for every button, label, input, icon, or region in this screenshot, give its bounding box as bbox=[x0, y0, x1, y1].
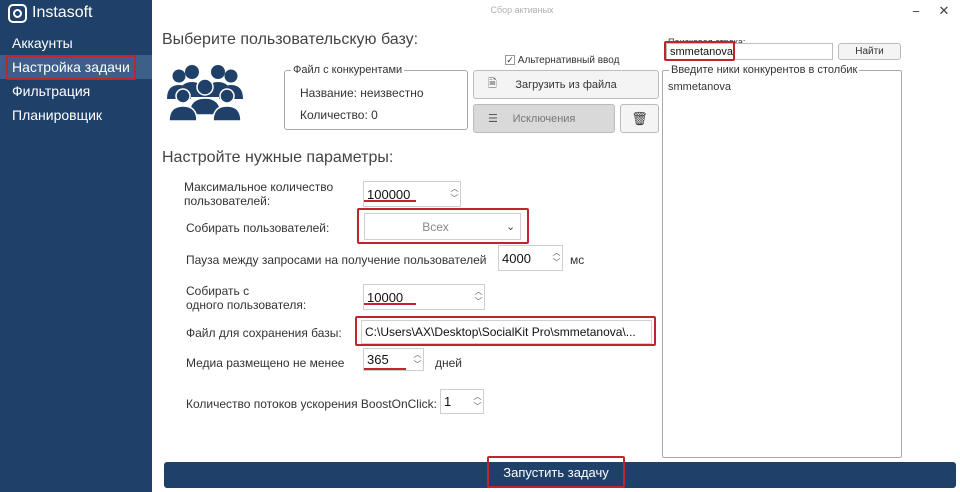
competitors-list-legend: Введите ники конкурентов в столбик bbox=[671, 64, 858, 76]
pause-label: Пауза между запросами на получение польз… bbox=[186, 253, 487, 267]
media-label: Медиа размещено не менее bbox=[186, 356, 345, 370]
delete-button[interactable]: 🗑 bbox=[620, 104, 659, 133]
chevron-down-icon: ⌄ bbox=[506, 221, 516, 233]
media-underline bbox=[364, 368, 406, 370]
sidebar-item-task-settings[interactable]: Настройка задачи bbox=[0, 55, 152, 79]
app-name: Instasoft bbox=[32, 4, 93, 21]
close-button[interactable]: ✕ bbox=[932, 0, 956, 22]
close-icon: ✕ bbox=[938, 3, 950, 18]
load-from-file-label: Загрузить из файла bbox=[515, 78, 617, 91]
pause-spinbox[interactable]: 4000 ︿ ﹀ bbox=[498, 245, 563, 271]
collect-users-label: Собирать пользователей: bbox=[186, 221, 330, 235]
instasoft-logo-icon bbox=[8, 3, 27, 23]
spin-arrows-icon[interactable]: ︿ ﹀ bbox=[472, 392, 483, 412]
title-bar: Сбор активных − ✕ bbox=[152, 0, 960, 22]
collect-users-value: Всех bbox=[422, 219, 449, 234]
media-unit: дней bbox=[435, 356, 463, 370]
minimize-button[interactable]: − bbox=[904, 0, 928, 22]
params-heading: Настройте нужные параметры: bbox=[162, 149, 394, 166]
per-user-spinbox[interactable]: 10000 ︿ ﹀ bbox=[363, 284, 485, 310]
threads-spinbox[interactable]: 1 ︿ ﹀ bbox=[440, 389, 484, 414]
window-title: Сбор активных bbox=[490, 5, 554, 15]
run-task-button[interactable]: Запустить задачу bbox=[488, 457, 624, 488]
competitors-list-text[interactable]: smmetanova bbox=[668, 80, 731, 94]
threads-value: 1 bbox=[444, 394, 452, 409]
choose-base-heading: Выберите пользовательскую базу: bbox=[162, 31, 419, 48]
collect-users-select[interactable]: Всех ⌄ bbox=[364, 213, 521, 240]
list-icon: ☰ bbox=[488, 113, 498, 125]
pause-unit: мс bbox=[570, 253, 585, 267]
max-users-label-line2: пользователей: bbox=[184, 194, 271, 208]
trash-icon: 🗑 bbox=[631, 110, 648, 126]
media-days-value: 365 bbox=[367, 352, 389, 367]
search-input[interactable]: smmetanova bbox=[666, 43, 833, 60]
max-users-spinbox[interactable]: 100000 ︿ ﹀ bbox=[363, 181, 461, 207]
save-file-path-field[interactable]: C:\Users\AX\Desktop\SocialKit Pro\smmeta… bbox=[361, 320, 652, 344]
find-button[interactable]: Найти bbox=[838, 43, 901, 60]
search-input-value: smmetanova bbox=[670, 45, 733, 58]
per-user-label-line2: одного пользователя: bbox=[186, 298, 307, 312]
max-users-underline bbox=[364, 200, 416, 202]
exclusions-button[interactable]: ☰ Исключения bbox=[473, 104, 615, 133]
competitors-file-count: Количество: 0 bbox=[300, 108, 378, 122]
spin-arrows-icon[interactable]: ︿ ﹀ bbox=[449, 184, 460, 204]
competitors-file-legend: Файл с конкурентами bbox=[293, 64, 403, 76]
sidebar-item-accounts[interactable]: Аккаунты bbox=[0, 31, 152, 55]
checkbox-check-icon: ✓ bbox=[505, 55, 515, 66]
save-file-path-value: C:\Users\AX\Desktop\SocialKit Pro\smmeta… bbox=[365, 325, 636, 339]
max-users-label-line1: Максимальное количество bbox=[184, 180, 334, 194]
per-user-label-line1: Собирать с bbox=[186, 284, 250, 298]
competitors-file-name: Название: неизвестно bbox=[300, 86, 424, 100]
exclusions-label: Исключения bbox=[512, 112, 576, 125]
spin-arrows-icon[interactable]: ︿ ﹀ bbox=[551, 248, 562, 268]
spin-arrows-icon[interactable]: ︿ ﹀ bbox=[412, 350, 423, 370]
pause-value: 4000 bbox=[502, 250, 531, 266]
alt-input-label: Альтернативный ввод bbox=[517, 55, 620, 66]
save-file-label: Файл для сохранения базы: bbox=[186, 326, 342, 340]
sidebar: Instasoft Аккаунты Настройка задачи Филь… bbox=[0, 0, 152, 492]
minimize-icon: − bbox=[912, 3, 920, 19]
sidebar-item-filtering[interactable]: Фильтрация bbox=[0, 79, 152, 103]
threads-label: Количество потоков ускорения BoostOnClic… bbox=[186, 397, 437, 411]
competitors-list-group: Введите ники конкурентов в столбик bbox=[662, 64, 902, 458]
spin-arrows-icon[interactable]: ︿ ﹀ bbox=[473, 287, 484, 307]
file-icon: 🗎 bbox=[488, 78, 497, 90]
per-user-underline bbox=[364, 303, 416, 305]
users-group-icon bbox=[167, 65, 243, 122]
sidebar-item-scheduler[interactable]: Планировщик bbox=[0, 103, 152, 127]
load-from-file-button[interactable]: 🗎 Загрузить из файла bbox=[473, 70, 659, 99]
alt-input-checkbox[interactable]: ✓ Альтернативный ввод bbox=[505, 54, 619, 68]
app-logo: Instasoft bbox=[8, 3, 92, 23]
